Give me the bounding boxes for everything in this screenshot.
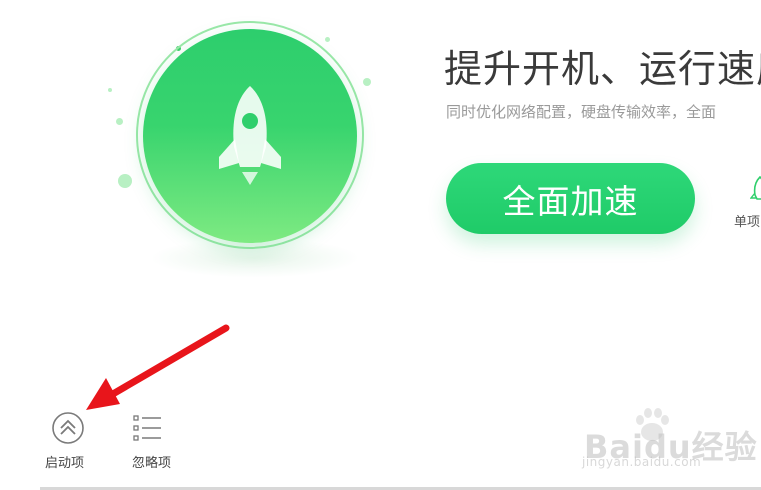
full-accelerate-button[interactable]: 全面加速 xyxy=(446,163,695,234)
startup-items-label: 启动项 xyxy=(45,456,85,471)
rocket-outline-icon xyxy=(750,175,761,200)
page-title: 提升开机、运行速度 xyxy=(444,47,761,91)
decorative-dot xyxy=(116,118,123,125)
rocket-icon xyxy=(219,86,281,185)
watermark-url: jingyan.baidu.com xyxy=(582,455,702,469)
app-window: 提升开机、运行速度 同时优化网络配置，硬盘传输效率，全面 全面加速 单项 启动项 xyxy=(0,0,761,490)
page-subtitle: 同时优化网络配置，硬盘传输效率，全面 xyxy=(446,103,717,121)
ignored-items-label: 忽略项 xyxy=(132,456,172,471)
list-icon xyxy=(133,415,161,441)
decorative-dot xyxy=(118,174,132,188)
decorative-dot xyxy=(363,78,371,86)
decorative-dot xyxy=(108,88,112,92)
double-chevron-up-icon xyxy=(52,412,84,444)
speed-up-circle xyxy=(143,29,357,243)
single-item-label: 单项 xyxy=(734,215,761,230)
